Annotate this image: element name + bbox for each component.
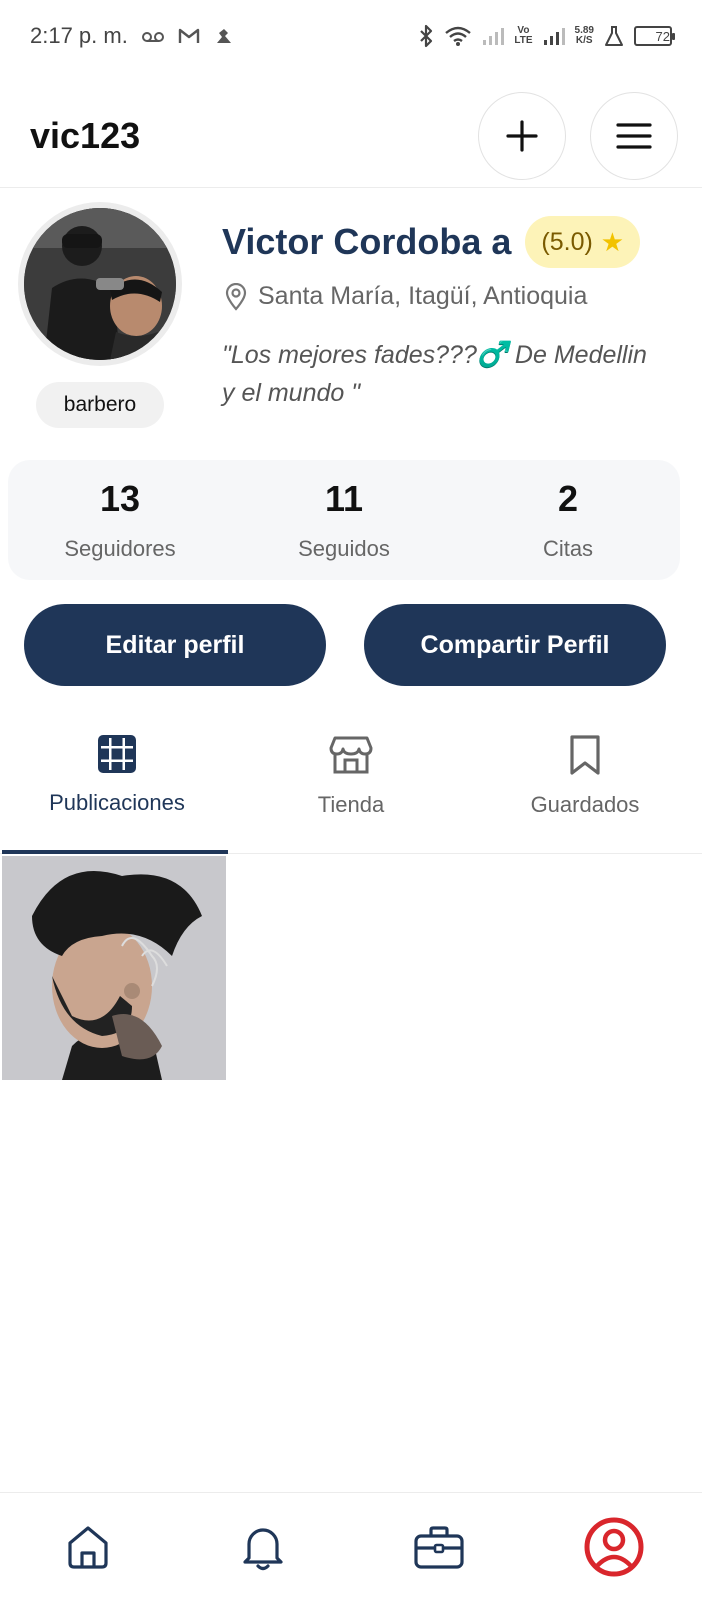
- bell-icon: [243, 1527, 283, 1570]
- tab-label: Guardados: [530, 792, 640, 817]
- stat-value: 11: [324, 478, 364, 519]
- profile-header: vic123: [0, 84, 702, 188]
- volte-indicator: Vo LTE: [514, 26, 532, 46]
- rating-badge[interactable]: (5.0) ★: [525, 216, 641, 268]
- posts-grid: [2, 856, 702, 1080]
- tab-guardados[interactable]: Guardados: [468, 720, 702, 853]
- store-icon: [329, 736, 373, 774]
- signal-weak-icon: [482, 26, 505, 46]
- bottom-navigation: [0, 1492, 702, 1600]
- add-button[interactable]: [478, 91, 566, 180]
- header-actions: [478, 91, 678, 180]
- voicemail-icon: [141, 29, 164, 43]
- status-left: 2:17 p. m.: [30, 23, 234, 49]
- username: vic123: [30, 114, 141, 156]
- nav-home[interactable]: [28, 1502, 148, 1592]
- status-right: Vo LTE 5.89 K/S 72: [418, 24, 675, 48]
- avatar-image: [24, 208, 176, 360]
- stat-value: 2: [557, 478, 579, 519]
- grid-icon: [98, 735, 136, 773]
- star-icon: ★: [600, 226, 625, 257]
- stat-label: Citas: [542, 536, 594, 561]
- nav-profile[interactable]: [554, 1502, 674, 1592]
- battery-level: 72: [655, 28, 670, 44]
- profile-tabs: Publicaciones Tienda Guardados: [0, 720, 702, 854]
- post-thumbnail[interactable]: [2, 856, 226, 1080]
- network-speed: 5.89 K/S: [575, 26, 594, 46]
- rating-value: (5.0): [541, 227, 593, 256]
- home-icon: [68, 1525, 108, 1569]
- stat-value: 13: [99, 478, 141, 519]
- avatar-frame[interactable]: [18, 202, 182, 366]
- hamburger-menu-icon: [616, 122, 652, 149]
- stat-followers[interactable]: 13 Seguidores: [20, 478, 220, 562]
- bookmark-icon: [570, 735, 600, 775]
- wifi-icon: [444, 25, 472, 47]
- flask-icon: [604, 25, 624, 47]
- location-text: Santa María, Itagüí, Antioquia: [258, 282, 588, 310]
- display-name: Victor Cordoba a: [222, 221, 512, 262]
- location-pin-icon: [225, 282, 247, 311]
- signal-icon: [543, 26, 565, 46]
- tab-tienda[interactable]: Tienda: [234, 720, 468, 853]
- volte-bottom: LTE: [514, 35, 533, 46]
- name-row: Victor Cordoba a (5.0) ★: [222, 216, 641, 268]
- nav-business[interactable]: [379, 1502, 499, 1592]
- tab-label: Publicaciones: [49, 790, 185, 815]
- gmail-icon: [178, 28, 200, 44]
- stat-label: Seguidos: [298, 536, 390, 561]
- bio: "Los mejores fades???♂️ De Medellin y el…: [222, 341, 647, 407]
- stat-appointments[interactable]: 2 Citas: [468, 478, 668, 562]
- briefcase-icon: [414, 1525, 464, 1569]
- network-speed-unit: K/S: [575, 35, 593, 46]
- role-badge: barbero: [36, 382, 164, 428]
- menu-button[interactable]: [590, 91, 678, 180]
- bluetooth-icon: [418, 24, 434, 48]
- location: Santa María, Itagüí, Antioquia: [224, 282, 587, 311]
- tab-publicaciones[interactable]: Publicaciones: [0, 720, 234, 854]
- share-profile-button[interactable]: Compartir Perfil: [364, 604, 666, 686]
- profile-actions: Editar perfil Compartir Perfil: [24, 604, 666, 686]
- post-image: [2, 856, 226, 1080]
- avatar: [24, 208, 176, 360]
- nav-notifications[interactable]: [203, 1502, 323, 1592]
- battery-icon: 72: [634, 26, 675, 46]
- status-time: 2:17 p. m.: [30, 23, 128, 48]
- plus-icon: [506, 119, 538, 152]
- profile-icon: [584, 1517, 644, 1576]
- stat-following[interactable]: 11 Seguidos: [244, 478, 444, 562]
- edit-profile-button[interactable]: Editar perfil: [24, 604, 326, 686]
- tab-label: Tienda: [317, 792, 385, 817]
- profile-section: barbero Victor Cordoba a (5.0) ★ Santa M…: [0, 190, 702, 450]
- stat-label: Seguidores: [64, 536, 176, 561]
- status-bar: 2:17 p. m. Vo LTE 5.89 K/S 72: [0, 0, 702, 72]
- stats-panel: 13 Seguidores 11 Seguidos 2 Citas: [8, 460, 680, 580]
- app-notification-icon: [214, 27, 234, 45]
